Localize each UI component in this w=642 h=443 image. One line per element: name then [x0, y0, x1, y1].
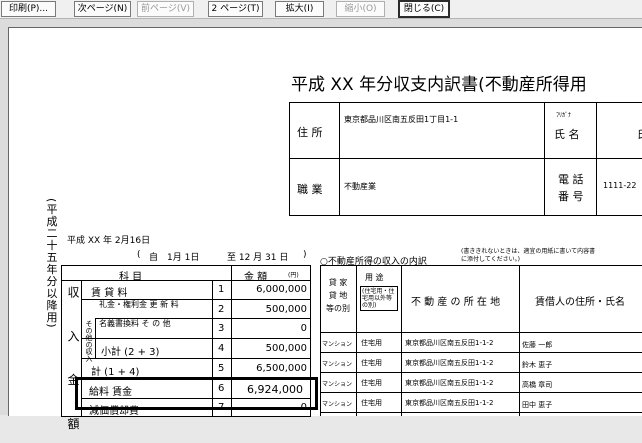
rental-row-use: 住宅用 [361, 379, 382, 387]
income-row-amount: 500,000 [265, 343, 307, 354]
period-to: 至 12 月 31 日 [227, 253, 289, 263]
previous-page-button[interactable]: 前ページ(V) [137, 1, 194, 17]
income-col-amount: 金 額 [244, 272, 268, 283]
income-row-no: 2 [218, 304, 225, 315]
two-page-button[interactable]: 2 ページ(T) [208, 1, 263, 17]
rental-row-type: マンション [322, 361, 353, 368]
print-preview-toolbar: 印刷(P)... 次ページ(N) 前ページ(V) 2 ページ(T) 拡大(I) … [0, 0, 642, 19]
rental-row-tenant: 田中 恵子 [522, 401, 553, 409]
phone-label-1: 電 話 [558, 173, 584, 186]
close-button[interactable]: 閉じる(C) [398, 0, 450, 18]
zoom-in-button[interactable]: 拡大(I) [275, 1, 324, 17]
rental-row-location: 東京都品川区南五反田1-1-2 [405, 379, 494, 387]
rental-row-type: マンション [322, 381, 353, 388]
name-label: 氏 名 [554, 128, 580, 141]
rental-row-location: 東京都品川区南五反田1-1-2 [405, 399, 494, 407]
rental-row-type: マンション [322, 401, 353, 408]
other-income-label: その他の収入 [85, 320, 93, 362]
income-row-no: 5 [218, 363, 225, 374]
rental-col-tenant: 賃借人の住所・氏名 [535, 297, 625, 308]
income-row-no: 3 [218, 323, 225, 334]
income-row-no: 1 [218, 284, 225, 295]
rental-note: (書ききれないときは、適宜の用紙に書いて内容書に添付してください。) [461, 248, 596, 263]
income-row-amount: 6,000,000 [256, 284, 307, 295]
document-title: 平成 XX 年分収支内訳書(不動産所得用 [291, 75, 587, 95]
zoom-out-button[interactable]: 縮小(O) [336, 1, 385, 17]
income-row-label: 計 (1 + 4) [91, 367, 140, 378]
taxpayer-info-table [289, 102, 642, 216]
highlight-salary-row [75, 377, 318, 410]
income-col-item: 科 目 [119, 272, 143, 283]
rental-row-use: 住宅用 [361, 399, 382, 407]
address-value: 東京都品川区南五反田1丁目1-1 [344, 115, 459, 124]
phone-value: 1111-22 [603, 181, 637, 190]
furigana-label: ﾌﾘｶﾞﾅ [556, 112, 572, 119]
rental-col-use-sub: (住宅用・住宅用以外等の別) [360, 286, 398, 311]
print-button[interactable]: 印刷(P)... [1, 1, 56, 17]
document-page: 平成 XX 年分収支内訳書(不動産所得用 (平成二十五年分以降用) 住 所 東京… [8, 27, 642, 443]
income-col-unit: (円) [288, 272, 299, 279]
rental-row-tenant: 高橋 章司 [522, 381, 553, 389]
filing-date: 平成 XX 年 2月16日 [67, 236, 151, 246]
income-row-label: 小計 (2 + 3) [101, 347, 160, 358]
period-open-paren: ( [137, 250, 141, 260]
period-from-date: 1月 1日 [167, 253, 200, 263]
income-row-label: 賃 貸 料 [91, 288, 128, 299]
income-row-label: 礼金・権利金 更 新 料 [99, 300, 179, 309]
income-group-label: 収 入 金 額 [66, 286, 80, 443]
rental-row-tenant: 佐藤 一郎 [522, 341, 553, 349]
rental-row-location: 東京都品川区南五反田1-1-2 [405, 359, 494, 367]
rental-col-use: 用 途 [365, 273, 384, 282]
period-from-label: 自 [149, 253, 159, 263]
income-row-label: 名義書換料 そ の 他 [99, 319, 171, 328]
side-era-text: (平成二十五年分以降用) [45, 198, 58, 329]
income-row-amount: 0 [300, 323, 307, 334]
period-close-paren: ) [303, 250, 307, 260]
phone-label-2: 番 号 [558, 190, 584, 203]
rental-row-use: 住宅用 [361, 339, 382, 347]
income-row-amount: 6,500,000 [256, 363, 307, 374]
rental-row-location: 東京都品川区南五反田1-1-2 [405, 339, 494, 347]
address-label: 住 所 [297, 126, 323, 139]
rental-row-type: マンション [322, 341, 353, 348]
occupation-label: 職 業 [297, 183, 323, 196]
preview-area: 平成 XX 年分収支内訳書(不動産所得用 (平成二十五年分以降用) 住 所 東京… [0, 19, 642, 443]
income-row-no: 4 [218, 343, 225, 354]
rental-col-type: 貸 家 貸 地 等の別 [326, 278, 350, 313]
rental-row-use: 住宅用 [361, 359, 382, 367]
rental-row-tenant: 鈴木 恵子 [522, 361, 553, 369]
occupation-value: 不動産業 [344, 182, 376, 191]
rental-col-location: 不 動 産 の 所 在 地 [411, 297, 501, 308]
next-page-button[interactable]: 次ページ(N) [74, 1, 131, 17]
name-label-partial: 氏 [637, 126, 642, 142]
income-row-amount: 500,000 [265, 304, 307, 315]
